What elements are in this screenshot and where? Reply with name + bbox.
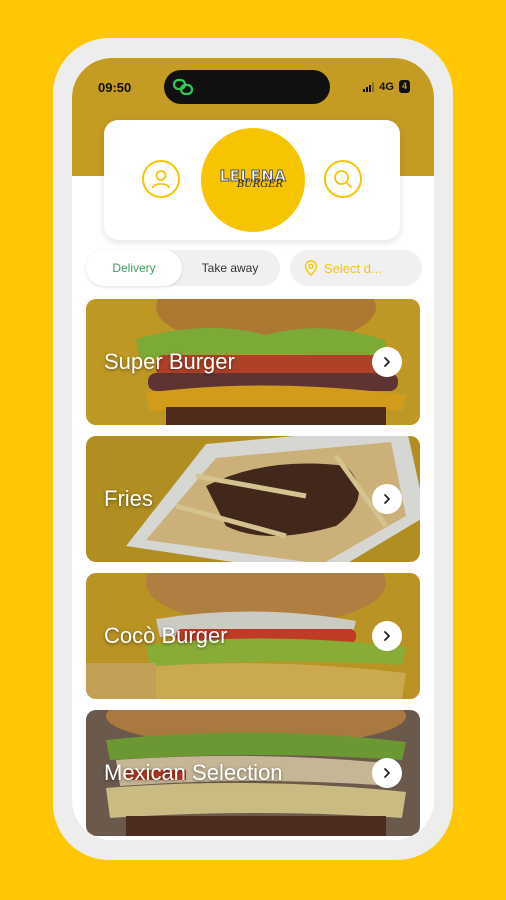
order-filters: Delivery Take away Select d... (86, 250, 422, 286)
search-icon (334, 170, 352, 188)
status-time: 09:50 (98, 80, 132, 95)
logo-card: LELENA BURGER (104, 120, 400, 240)
date-placeholder: Select d... (324, 260, 382, 276)
battery-level: 4 (401, 81, 407, 91)
network-label: 4G (379, 80, 394, 93)
order-type-toggle: Delivery Take away (86, 250, 280, 286)
category-label: Fries (104, 486, 153, 511)
category-card-mexican-selection[interactable]: Mexican Selection (86, 710, 420, 836)
category-card-coco-burger[interactable]: Cocò Burger (86, 573, 420, 699)
category-card-super-burger[interactable]: Super Burger (86, 299, 420, 425)
battery-icon: 4 (398, 80, 410, 93)
chevron-right-icon[interactable] (372, 621, 402, 651)
logo-subtitle: BURGER (236, 178, 284, 190)
category-label: Super Burger (104, 349, 235, 374)
status-icons: 4G 4 (363, 80, 410, 93)
dynamic-island (164, 70, 330, 104)
chevron-right-icon[interactable] (372, 347, 402, 377)
chevron-right-icon[interactable] (372, 758, 402, 788)
delivery-option[interactable]: Delivery (86, 250, 182, 286)
location-pin-icon (304, 260, 318, 276)
take-away-option[interactable]: Take away (182, 250, 278, 286)
signal-icon (363, 81, 375, 92)
link-icon (172, 78, 194, 96)
search-button[interactable] (324, 160, 362, 198)
chevron-right-icon[interactable] (372, 484, 402, 514)
status-bar: 09:50 4G 4 (72, 58, 434, 116)
category-label: Mexican Selection (104, 760, 283, 785)
app-screen: 09:50 4G 4 LELENA BURGER Delivery Take a… (72, 58, 434, 840)
date-selector[interactable]: Select d... (290, 250, 422, 286)
profile-button[interactable] (142, 160, 180, 198)
user-icon (151, 170, 171, 189)
category-label: Cocò Burger (104, 623, 228, 648)
brand-logo: LELENA BURGER (201, 128, 305, 232)
category-card-fries[interactable]: Fries (86, 436, 420, 562)
